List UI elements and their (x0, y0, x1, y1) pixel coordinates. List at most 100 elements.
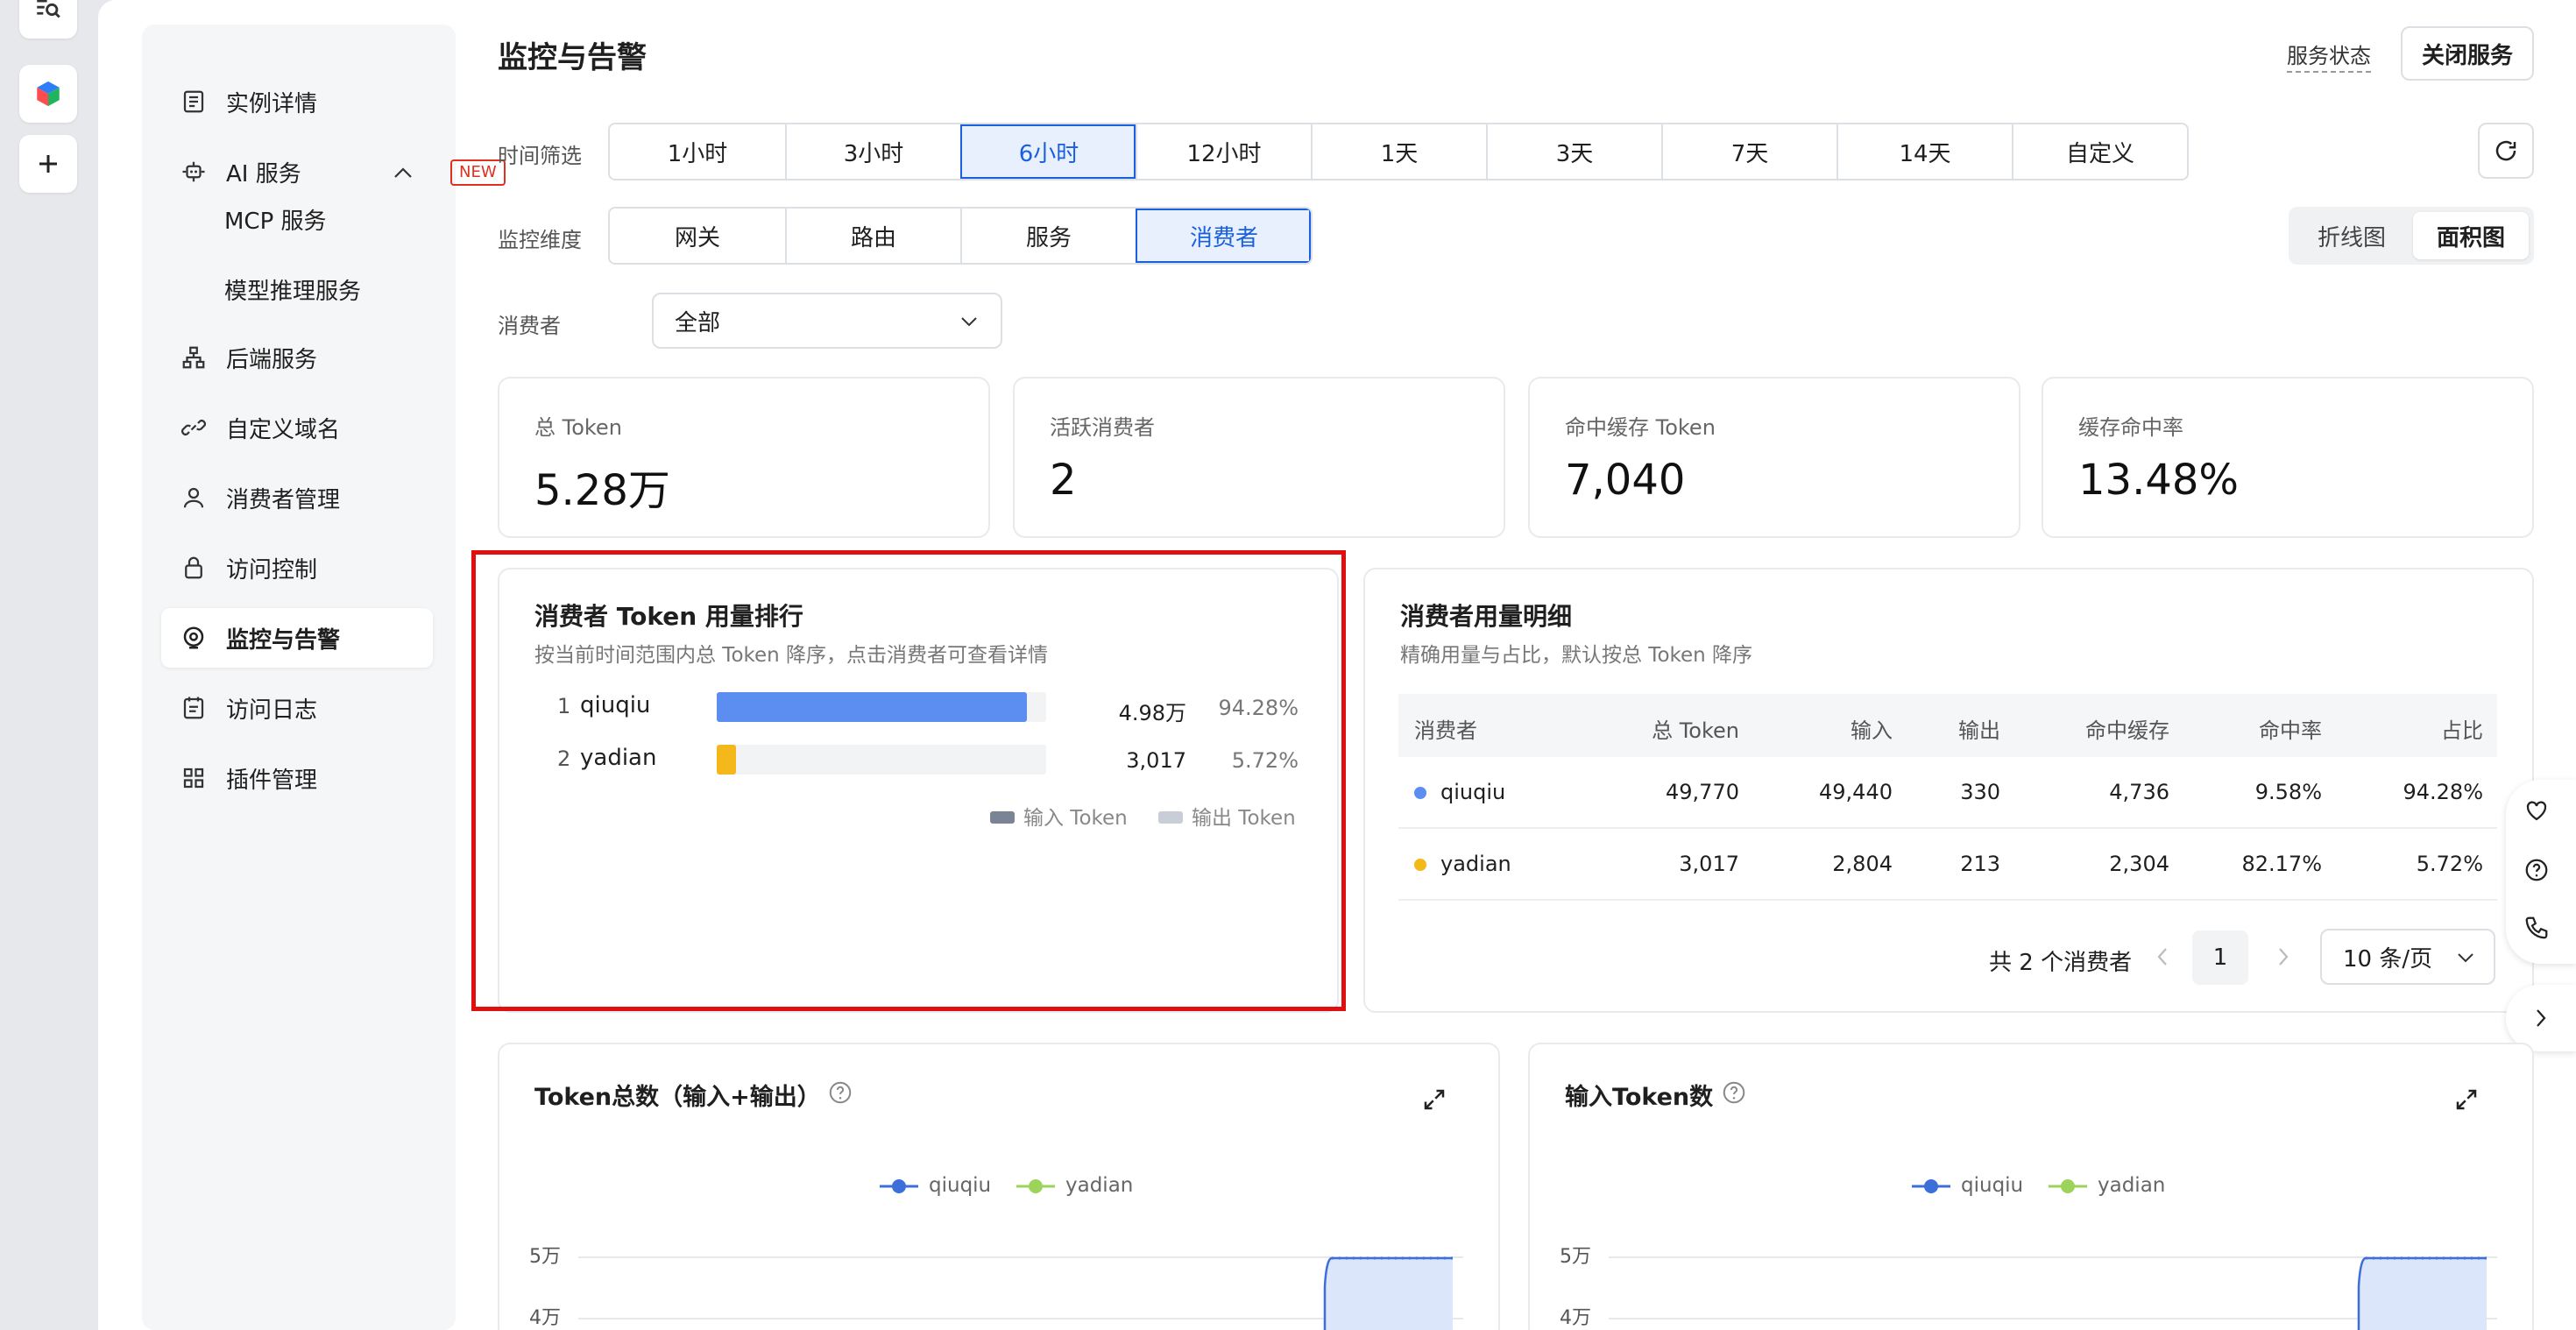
stat-label: 命中缓存 Token (1565, 415, 1716, 440)
time-option-7d[interactable]: 7天 (1661, 124, 1836, 179)
legend-qiuqiu-icon[interactable] (1910, 1176, 1952, 1197)
table-cell: 94.28% (2403, 780, 2483, 804)
table-cell: 330 (1960, 780, 2000, 804)
dim-option-service[interactable]: 服务 (960, 209, 1136, 263)
table-cell: 2,804 (1832, 852, 1893, 876)
sidebar-item-label: AI 服务 (226, 160, 301, 187)
sidebar: 实例详情 AI 服务 NEW MCP 服务 模型推理服务 后端服务 自定义域名 … (142, 25, 506, 1330)
time-option-3h[interactable]: 3小时 (785, 124, 960, 179)
document-icon (183, 90, 204, 113)
table-cell: 213 (1960, 852, 2000, 876)
chart-type-switch: 折线图 面积图 (2289, 207, 2534, 265)
table-cell: 82.17% (2241, 852, 2322, 876)
phone-icon[interactable] (2523, 915, 2550, 941)
sidebar-item-backend[interactable]: 后端服务 (161, 328, 433, 387)
sidebar-item-label: 自定义域名 (226, 416, 341, 443)
app-logo-icon[interactable] (19, 65, 77, 123)
question-icon[interactable] (1721, 1079, 1747, 1106)
legend-yadian-icon[interactable] (2047, 1176, 2089, 1197)
sidebar-subitem-model-inference[interactable]: 模型推理服务 (224, 273, 361, 306)
dim-option-consumer[interactable]: 消费者 (1136, 209, 1311, 263)
chart-type-area[interactable]: 面积图 (2413, 212, 2529, 259)
collapse-toolbar-button[interactable] (2506, 985, 2576, 1051)
expand-icon[interactable] (1421, 1086, 1447, 1113)
add-icon[interactable] (19, 135, 77, 193)
sidebar-item-monitor[interactable]: 监控与告警 (161, 608, 433, 668)
table-cell[interactable]: qiuqiu (1440, 780, 1505, 804)
page-size-value: 10 条/页 (2343, 945, 2433, 973)
sidebar-item-instance-detail[interactable]: 实例详情 (161, 72, 433, 131)
sidebar-item-access-control[interactable]: 访问控制 (161, 538, 433, 598)
chart-card-total-token: Token总数（输入+输出） qiuqiu yadian 5万 4万 (498, 1043, 1500, 1330)
refresh-button[interactable] (2478, 123, 2534, 179)
rank-percent: 94.28% (1218, 696, 1299, 720)
area-series-qiuqiu[interactable] (2357, 1251, 2488, 1330)
time-option-14d[interactable]: 14天 (1836, 124, 2012, 179)
legend-output-label: 输出 Token (1192, 807, 1296, 830)
y-tick-label: 4万 (529, 1307, 561, 1329)
rank-consumer-name[interactable]: qiuqiu (580, 692, 650, 718)
page-number-button[interactable]: 1 (2192, 930, 2248, 985)
sidebar-item-plugins[interactable]: 插件管理 (161, 748, 433, 808)
table-cell: 9.58% (2254, 780, 2322, 804)
legend-yadian-label[interactable]: yadian (2098, 1174, 2165, 1197)
legend-yadian-label[interactable]: yadian (1065, 1174, 1133, 1197)
consumer-select-value: 全部 (675, 309, 721, 336)
row-divider (1398, 899, 2497, 901)
y-tick-label: 5万 (529, 1246, 561, 1268)
sitemap-icon (182, 346, 205, 369)
help-icon[interactable] (2523, 857, 2550, 883)
time-option-3d[interactable]: 3天 (1486, 124, 1661, 179)
chevron-up-icon[interactable] (393, 165, 414, 180)
consumer-select[interactable]: 全部 (652, 293, 1002, 349)
area-series-qiuqiu[interactable] (1323, 1251, 1454, 1330)
table-cell: 5.72% (2416, 852, 2483, 876)
service-status-link[interactable]: 服务状态 (2287, 39, 2371, 73)
chart-title: 输入Token数 (1565, 1084, 1714, 1111)
legend-yadian-icon[interactable] (1015, 1176, 1057, 1197)
stat-label: 总 Token (534, 415, 622, 440)
sidebar-item-label: 实例详情 (226, 90, 318, 117)
dim-option-route[interactable]: 路由 (785, 209, 960, 263)
rank-value: 4.98万 (1118, 701, 1186, 725)
time-option-12h[interactable]: 12小时 (1136, 124, 1311, 179)
rank-value: 3,017 (1126, 748, 1186, 773)
rank-bar-qiuqiu[interactable] (717, 692, 1027, 722)
legend-qiuqiu-label[interactable]: qiuqiu (1961, 1174, 2023, 1197)
time-option-1h[interactable]: 1小时 (610, 124, 785, 179)
ranking-card: 消费者 Token 用量排行 按当前时间范围内总 Token 降序，点击消费者可… (498, 568, 1339, 1013)
dim-option-gateway[interactable]: 网关 (610, 209, 785, 263)
time-filter-label: 时间筛选 (498, 144, 582, 168)
table-cell: 49,770 (1666, 780, 1739, 804)
next-page-icon[interactable] (2276, 946, 2290, 967)
heart-icon[interactable] (2523, 797, 2550, 824)
question-icon[interactable] (827, 1079, 853, 1106)
row-divider (1398, 827, 2497, 829)
time-option-1d[interactable]: 1天 (1311, 124, 1486, 179)
detail-subtitle: 精确用量与占比，默认按总 Token 降序 (1400, 644, 1753, 667)
stat-value: 7,040 (1565, 456, 1686, 505)
sidebar-item-label: 监控与告警 (226, 626, 341, 654)
search-list-icon[interactable] (19, 0, 77, 39)
legend-qiuqiu-label[interactable]: qiuqiu (929, 1174, 991, 1197)
expand-icon[interactable] (2453, 1086, 2480, 1113)
legend-qiuqiu-icon[interactable] (878, 1176, 920, 1197)
sidebar-subitem-mcp[interactable]: MCP 服务 (224, 203, 327, 236)
page-size-select[interactable]: 10 条/页 (2320, 929, 2495, 985)
sidebar-item-consumers[interactable]: 消费者管理 (161, 468, 433, 527)
table-cell[interactable]: yadian (1440, 852, 1511, 876)
time-option-custom[interactable]: 自定义 (2012, 124, 2187, 179)
table-cell: 49,440 (1819, 780, 1893, 804)
close-service-button[interactable]: 关闭服务 (2401, 26, 2534, 81)
floating-toolbar (2506, 780, 2576, 964)
stat-label: 活跃消费者 (1050, 415, 1155, 440)
rank-consumer-name[interactable]: yadian (580, 745, 656, 771)
sidebar-item-logs[interactable]: 访问日志 (161, 678, 433, 738)
table-cell: 2,304 (2109, 852, 2169, 876)
legend-output-swatch (1158, 811, 1183, 824)
chart-type-line[interactable]: 折线图 (2294, 212, 2410, 259)
prev-page-icon[interactable] (2155, 946, 2169, 967)
rank-bar-yadian[interactable] (717, 745, 736, 775)
sidebar-item-domain[interactable]: 自定义域名 (161, 398, 433, 457)
time-option-6h[interactable]: 6小时 (960, 124, 1136, 179)
